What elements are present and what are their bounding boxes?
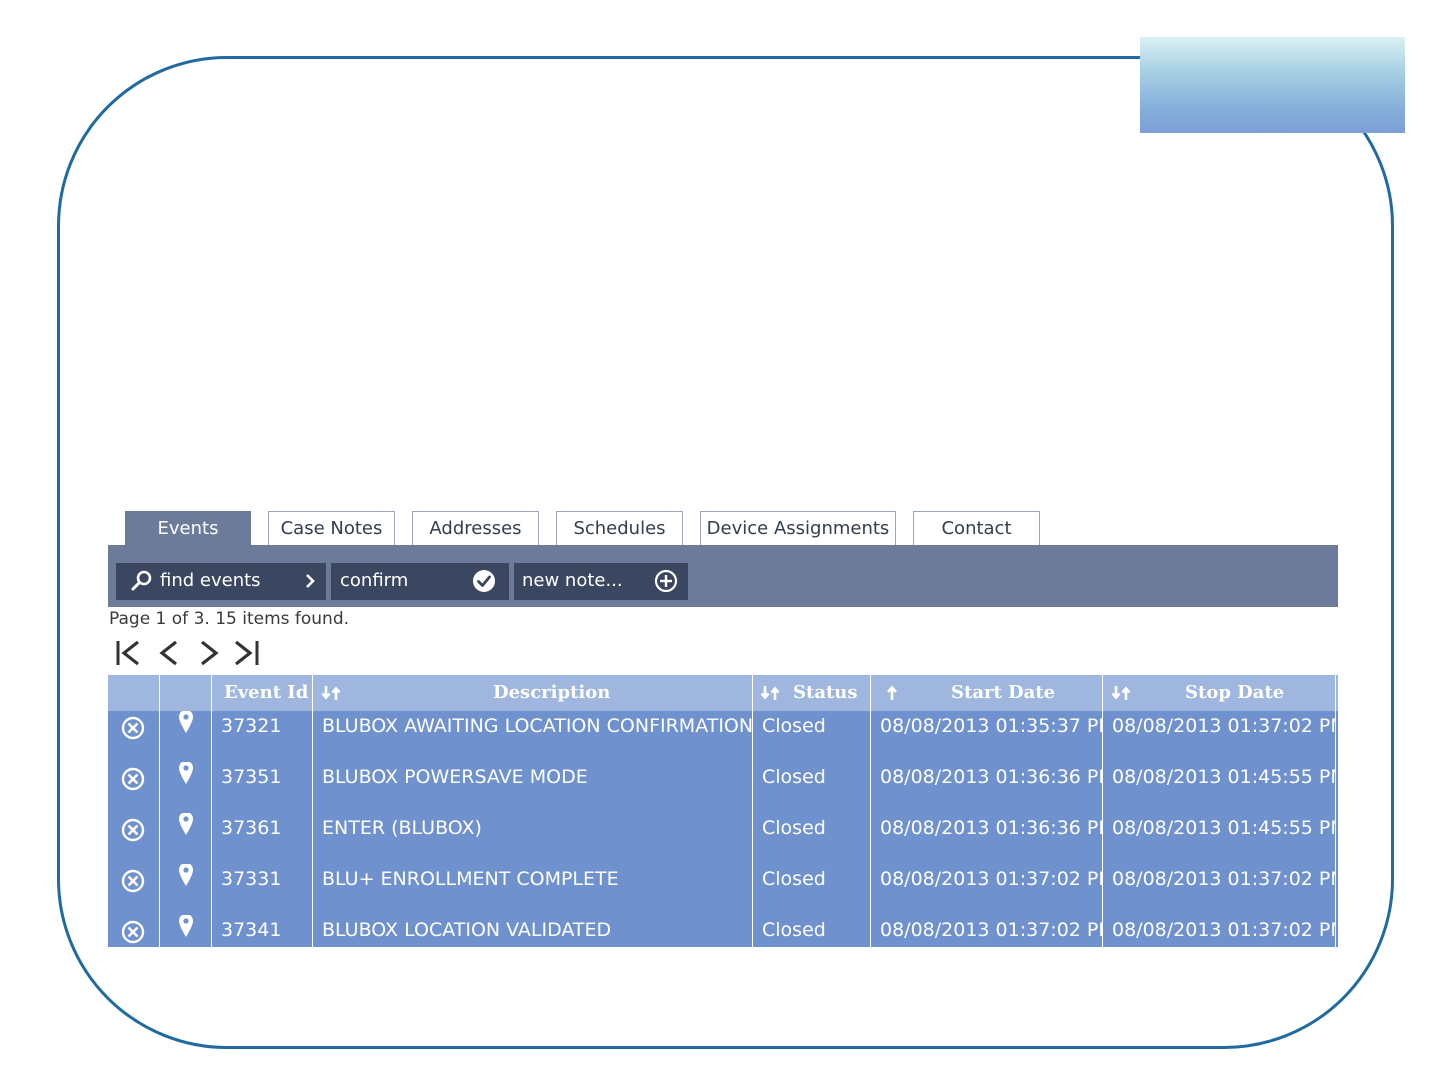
cell-status: Closed (753, 711, 871, 762)
header-status[interactable]: Status (753, 675, 871, 711)
cell-description: BLUBOX LOCATION VALIDATED (313, 915, 753, 947)
cell-status: Closed (753, 813, 871, 864)
cell-status: Closed (753, 864, 871, 915)
cell-event-id: 37351 (212, 762, 313, 813)
remove-circle-icon[interactable] (121, 869, 145, 893)
map-cell (160, 813, 212, 864)
tab-bar: Events Case Notes Addresses Schedules De… (108, 511, 1338, 545)
grid-header: Event Id Description Status Start Date S… (108, 675, 1338, 711)
cell-stop-date: 08/08/2013 01:37:02 PM (1103, 864, 1336, 915)
sort-both-icon (760, 686, 780, 700)
last-page-icon[interactable] (232, 637, 262, 669)
header-status-label: Status (793, 682, 858, 703)
header-start-date[interactable]: Start Date (871, 675, 1103, 711)
table-row[interactable]: 37331 BLU+ ENROLLMENT COMPLETE Closed 08/08… (108, 864, 1338, 915)
sort-both-icon (321, 686, 341, 700)
remove-cell (108, 915, 160, 947)
table-row[interactable]: 37361 ENTER (BLUBOX) Closed 08/08/2013 01:3… (108, 813, 1338, 864)
header-map (160, 675, 212, 711)
table-row[interactable]: 37351 BLUBOX POWERSAVE MODE Closed 08/08/20… (108, 762, 1338, 813)
tab-schedules[interactable]: Schedules (556, 511, 683, 545)
map-pin-icon[interactable] (177, 711, 195, 735)
prev-page-icon[interactable] (154, 637, 184, 669)
remove-cell (108, 762, 160, 813)
new-note-button[interactable]: new note... (514, 563, 688, 600)
sort-asc-icon (887, 685, 897, 700)
header-description-label: Description (493, 682, 611, 703)
remove-circle-icon[interactable] (121, 818, 145, 842)
next-page-icon[interactable] (194, 637, 224, 669)
cell-start-date: 08/08/2013 01:37:02 PM (871, 915, 1103, 947)
search-icon (131, 570, 152, 591)
sort-both-icon (1111, 686, 1131, 700)
cell-status: Closed (753, 915, 871, 947)
new-note-label: new note... (522, 570, 623, 591)
cell-status: Closed (753, 762, 871, 813)
remove-cell (108, 813, 160, 864)
tab-case-notes[interactable]: Case Notes (268, 511, 395, 545)
corner-gradient-tab (1140, 37, 1405, 133)
header-start-date-label: Start Date (951, 682, 1056, 703)
remove-circle-icon[interactable] (121, 920, 145, 944)
table-row[interactable]: 37341 BLUBOX LOCATION VALIDATED Closed 08/0… (108, 915, 1338, 947)
pager-controls (114, 637, 274, 671)
tab-events[interactable]: Events (125, 511, 251, 545)
remove-cell (108, 864, 160, 915)
cell-description: BLU+ ENROLLMENT COMPLETE (313, 864, 753, 915)
grid-body: 37321 BLUBOX AWAITING LOCATION CONFIRMATI… (108, 711, 1338, 947)
cell-description: BLUBOX POWERSAVE MODE (313, 762, 753, 813)
find-events-label: find events (160, 570, 261, 591)
header-stop-date-label: Stop Date (1185, 682, 1285, 703)
pager-summary: Page 1 of 3. 15 items found. (109, 609, 350, 629)
map-cell (160, 864, 212, 915)
first-page-icon[interactable] (114, 637, 144, 669)
cell-event-id: 37321 (212, 711, 313, 762)
header-description[interactable]: Description (313, 675, 753, 711)
check-circle-icon (473, 570, 495, 592)
cell-description: BLUBOX AWAITING LOCATION CONFIRMATION (313, 711, 753, 762)
cell-event-id: 37341 (212, 915, 313, 947)
map-cell (160, 711, 212, 762)
find-events-button[interactable]: find events (116, 563, 326, 600)
tab-device-assignments[interactable]: Device Assignments (700, 511, 896, 545)
remove-circle-icon[interactable] (121, 716, 145, 740)
table-row[interactable]: 37321 BLUBOX AWAITING LOCATION CONFIRMATI… (108, 711, 1338, 762)
cell-event-id: 37361 (212, 813, 313, 864)
tab-addresses[interactable]: Addresses (412, 511, 539, 545)
cell-stop-date: 08/08/2013 01:37:02 PM (1103, 915, 1336, 947)
cell-start-date: 08/08/2013 01:35:37 PM (871, 711, 1103, 762)
map-cell (160, 762, 212, 813)
map-cell (160, 915, 212, 947)
plus-circle-icon (654, 569, 678, 593)
cell-stop-date: 08/08/2013 01:45:55 PM (1103, 762, 1336, 813)
map-pin-icon[interactable] (177, 915, 195, 939)
header-event-id-label: Event Id (224, 682, 309, 703)
toolbar: find events confirm new note... (108, 545, 1338, 607)
chevron-right-icon (306, 574, 315, 588)
events-panel: Events Case Notes Addresses Schedules De… (108, 511, 1338, 951)
cell-stop-date: 08/08/2013 01:37:02 PM (1103, 711, 1336, 762)
events-grid: Event Id Description Status Start Date S… (108, 675, 1338, 947)
cell-event-id: 37331 (212, 864, 313, 915)
map-pin-icon[interactable] (177, 813, 195, 837)
header-stop-date[interactable]: Stop Date (1103, 675, 1336, 711)
cell-start-date: 08/08/2013 01:36:36 PM (871, 813, 1103, 864)
remove-cell (108, 711, 160, 762)
header-remove (108, 675, 160, 711)
cell-start-date: 08/08/2013 01:36:36 PM (871, 762, 1103, 813)
confirm-label: confirm (340, 570, 409, 591)
cell-start-date: 08/08/2013 01:37:02 PM (871, 864, 1103, 915)
map-pin-icon[interactable] (177, 762, 195, 786)
header-event-id[interactable]: Event Id (212, 675, 313, 711)
cell-description: ENTER (BLUBOX) (313, 813, 753, 864)
map-pin-icon[interactable] (177, 864, 195, 888)
remove-circle-icon[interactable] (121, 767, 145, 791)
tab-contact[interactable]: Contact (913, 511, 1040, 545)
confirm-button[interactable]: confirm (331, 563, 509, 600)
cell-stop-date: 08/08/2013 01:45:55 PM (1103, 813, 1336, 864)
